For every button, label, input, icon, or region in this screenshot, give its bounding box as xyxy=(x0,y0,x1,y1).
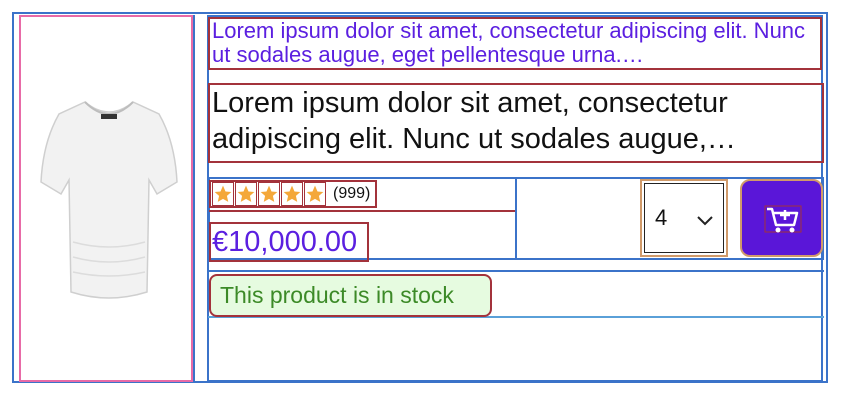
star-icon xyxy=(212,182,234,206)
chevron-down-icon xyxy=(697,216,713,226)
quantity-select[interactable]: 4 xyxy=(640,179,728,257)
add-to-cart-button[interactable] xyxy=(740,179,823,257)
add-to-cart-icon xyxy=(764,205,802,233)
product-price: €10,000.00 xyxy=(209,222,369,262)
product-image[interactable] xyxy=(19,15,193,382)
t-shirt-image xyxy=(40,101,178,299)
star-icon xyxy=(281,182,303,206)
rating-divider xyxy=(209,210,515,212)
quantity-value: 4 xyxy=(655,205,668,230)
stock-status-badge: This product is in stock xyxy=(209,274,492,317)
rating: (999) xyxy=(209,180,377,208)
product-title-link[interactable]: Lorem ipsum dolor sit amet, consectetur … xyxy=(208,17,822,70)
star-icon xyxy=(258,182,280,206)
review-count[interactable]: (999) xyxy=(333,185,370,203)
column-divider xyxy=(193,15,195,382)
star-icon xyxy=(235,182,257,206)
star-icon xyxy=(304,182,326,206)
product-description: Lorem ipsum dolor sit amet, consectetur … xyxy=(208,83,824,163)
